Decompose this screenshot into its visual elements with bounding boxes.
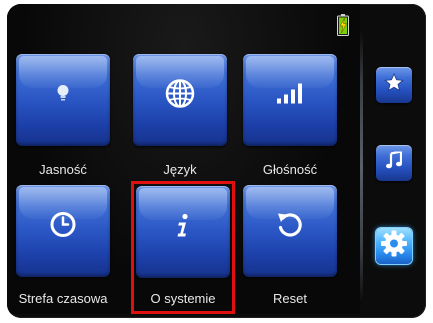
sidebar-item-favorites[interactable] bbox=[376, 67, 412, 103]
selection-highlight bbox=[131, 181, 235, 314]
tile-language[interactable] bbox=[133, 54, 227, 146]
volume-bars-icon bbox=[277, 83, 303, 109]
tile-label-volume: Głośność bbox=[262, 162, 318, 177]
tile-volume[interactable] bbox=[243, 54, 337, 146]
tile-label-reset: Reset bbox=[273, 291, 307, 306]
gear-icon bbox=[380, 230, 408, 263]
device-screen: Jasność Język Głośność Strefa czasowa O … bbox=[7, 4, 426, 318]
tile-brightness[interactable] bbox=[16, 54, 110, 146]
sidebar-item-music[interactable] bbox=[376, 145, 412, 181]
tile-reset[interactable] bbox=[243, 185, 337, 277]
sidebar-item-settings[interactable] bbox=[376, 228, 412, 264]
globe-icon bbox=[165, 79, 195, 114]
tile-label-language: Język bbox=[163, 162, 197, 177]
clock-icon bbox=[50, 212, 76, 243]
brightness-icon bbox=[56, 84, 70, 109]
battery-charging-icon bbox=[337, 14, 349, 36]
music-note-icon bbox=[386, 150, 403, 175]
tile-timezone[interactable] bbox=[16, 185, 110, 277]
tile-label-brightness: Jasność bbox=[39, 162, 87, 177]
tile-label-timezone: Strefa czasowa bbox=[18, 291, 108, 306]
sidebar-divider bbox=[360, 29, 363, 304]
star-icon bbox=[384, 72, 404, 98]
reset-arrow-icon bbox=[276, 211, 304, 244]
